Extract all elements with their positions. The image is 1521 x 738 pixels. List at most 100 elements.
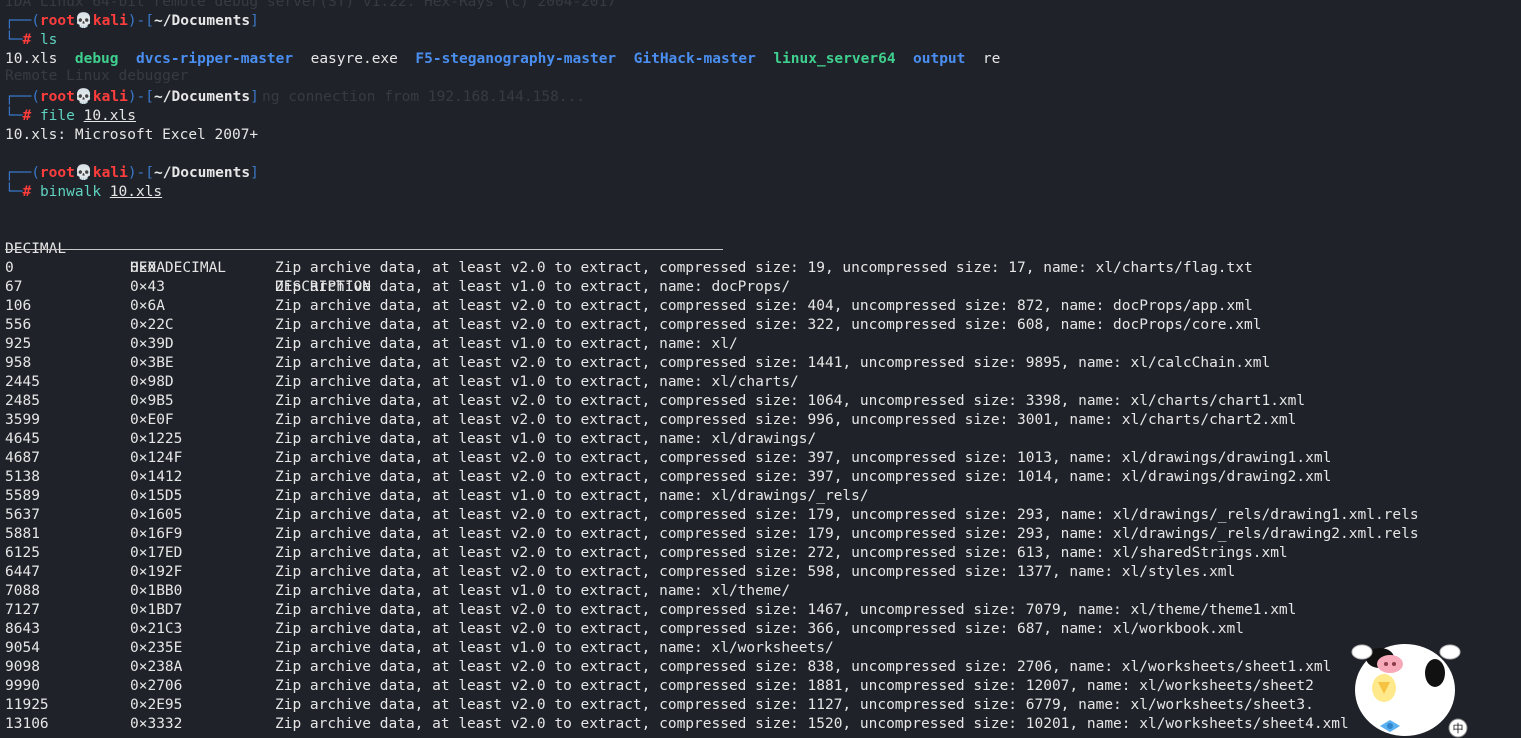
cell-hexadecimal: 0×238A <box>130 659 183 675</box>
cell-decimal: 4687 <box>5 450 40 466</box>
command-line[interactable]: └─# ls <box>5 31 57 50</box>
cell-description: Zip archive data, at least v2.0 to extra… <box>275 317 1262 333</box>
cell-decimal: 556 <box>5 317 32 333</box>
cell-hexadecimal: 0×3BE <box>130 355 174 371</box>
ls-entry: GitHack-master <box>633 51 756 67</box>
prompt-line: ┌──(root💀kali)-[~/Documents] <box>5 89 259 105</box>
cell-decimal: 6447 <box>5 564 40 580</box>
cell-description: Zip archive data, at least v2.0 to extra… <box>275 412 1297 428</box>
cell-hexadecimal: 0×2706 <box>130 678 183 694</box>
mascot-badge: 中 <box>1453 722 1464 735</box>
cell-description: Zip archive data, at least v1.0 to extra… <box>275 583 791 599</box>
cell-decimal: 7088 <box>5 583 40 599</box>
cell-hexadecimal: 0×43 <box>130 279 165 295</box>
cell-description: Zip archive data, at least v2.0 to extra… <box>275 298 1253 314</box>
cell-decimal: 0 <box>5 260 14 276</box>
cell-hexadecimal: 0×9B5 <box>130 393 174 409</box>
cow-mascot-icon: 中 <box>1351 644 1468 738</box>
prompt-user: root <box>39 165 75 181</box>
cell-decimal: 9990 <box>5 678 40 694</box>
cell-description: Zip archive data, at least v2.0 to extra… <box>275 716 1349 732</box>
binwalk-header: DECIMAL HEXADECIMAL DESCRIPTION <box>5 221 371 295</box>
cell-hexadecimal: 0×3332 <box>130 716 183 732</box>
cell-hexadecimal: 0×1BB0 <box>130 583 183 599</box>
skull-icon: 💀 <box>74 165 93 181</box>
cell-description: Zip archive data, at least v1.0 to extra… <box>275 336 738 352</box>
command: file <box>39 108 75 124</box>
prompt-line: ┌──(root💀kali)-[~/Documents] <box>5 13 259 29</box>
command-arg: 10.xls <box>109 184 163 200</box>
prompt-hash: # <box>22 184 32 200</box>
cell-description: Zip archive data, at least v2.0 to extra… <box>275 659 1332 675</box>
background-ghost-text: Remote Linux debugger <box>5 68 189 84</box>
cell-hexadecimal: 0×21C3 <box>130 621 183 637</box>
prompt-line: ┌──(root💀kali)-[~/Documents] <box>5 165 259 181</box>
cell-hexadecimal: 0×22C <box>130 317 174 333</box>
cell-description: Zip archive data, at least v1.0 to extra… <box>275 374 799 390</box>
prompt-hash: # <box>22 108 32 124</box>
prompt-hash: # <box>22 32 32 48</box>
cell-hexadecimal: 0×2E95 <box>130 697 183 713</box>
prompt-host: kali <box>92 165 128 181</box>
cell-hexadecimal: 0×1605 <box>130 507 183 523</box>
cell-hexadecimal: 0×0 <box>130 260 157 276</box>
cell-decimal: 5637 <box>5 507 40 523</box>
cell-hexadecimal: 0×124F <box>130 450 183 466</box>
cell-hexadecimal: 0×1BD7 <box>130 602 183 618</box>
ls-entry: output <box>913 51 966 67</box>
command: binwalk <box>39 184 102 200</box>
cell-description: Zip archive data, at least v2.0 to extra… <box>275 526 1419 542</box>
cell-hexadecimal: 0×E0F <box>130 412 174 428</box>
cell-description: Zip archive data, at least v2.0 to extra… <box>275 564 1236 580</box>
cell-hexadecimal: 0×39D <box>130 336 174 352</box>
command-line[interactable]: └─# file 10.xls <box>5 107 136 126</box>
cell-decimal: 9098 <box>5 659 40 675</box>
command-arg: 10.xls <box>83 108 136 124</box>
cell-hexadecimal: 0×15D5 <box>130 488 183 504</box>
cell-decimal: 7127 <box>5 602 40 618</box>
cell-description: Zip archive data, at least v2.0 to extra… <box>275 678 1314 694</box>
ls-entry: 10.xls <box>5 51 58 67</box>
cell-decimal: 5881 <box>5 526 40 542</box>
cell-hexadecimal: 0×235E <box>130 640 183 656</box>
prompt-host: kali <box>92 13 128 29</box>
cell-description: Zip archive data, at least v2.0 to extra… <box>275 621 1245 637</box>
cell-decimal: 11925 <box>5 697 49 713</box>
command: ls <box>39 32 58 48</box>
prompt-user: root <box>39 89 75 105</box>
cell-hexadecimal: 0×16F9 <box>130 526 183 542</box>
cell-description: Zip archive data, at least v1.0 to extra… <box>275 488 869 504</box>
cell-hexadecimal: 0×1225 <box>130 431 183 447</box>
cell-hexadecimal: 0×1412 <box>130 469 183 485</box>
ls-entry: debug <box>74 51 119 67</box>
prompt-cwd: ~/Documents <box>154 89 251 105</box>
cell-decimal: 925 <box>5 336 32 352</box>
prompt-cwd: ~/Documents <box>154 165 251 181</box>
cell-description: Zip archive data, at least v2.0 to extra… <box>275 260 1253 276</box>
background-ghost-text: ng connection from 192.168.144.158... <box>262 89 586 105</box>
cell-hexadecimal: 0×98D <box>130 374 174 390</box>
background-ghost-text: IDA Linux 64-bit remote debug server(ST)… <box>5 0 617 10</box>
cell-description: Zip archive data, at least v2.0 to extra… <box>275 393 1306 409</box>
ls-entry: dvcs-ripper-master <box>135 51 294 67</box>
cell-description: Zip archive data, at least v1.0 to extra… <box>275 431 817 447</box>
cell-decimal: 4645 <box>5 431 40 447</box>
ls-entry: re <box>982 51 1001 67</box>
command-line[interactable]: └─# binwalk 10.xls <box>5 183 162 202</box>
cell-decimal: 2485 <box>5 393 40 409</box>
header-divider <box>5 249 723 250</box>
cell-decimal: 958 <box>5 355 32 371</box>
cell-decimal: 3599 <box>5 412 40 428</box>
cell-description: Zip archive data, at least v1.0 to extra… <box>275 640 834 656</box>
cell-description: Zip archive data, at least v2.0 to extra… <box>275 355 1271 371</box>
file-output: 10.xls: Microsoft Excel 2007+ <box>5 127 259 143</box>
cell-description: Zip archive data, at least v2.0 to extra… <box>275 450 1332 466</box>
cell-decimal: 2445 <box>5 374 40 390</box>
prompt-user: root <box>39 13 75 29</box>
cell-decimal: 13106 <box>5 716 49 732</box>
cell-description: Zip archive data, at least v2.0 to extra… <box>275 602 1297 618</box>
ls-output: 10.xls debug dvcs-ripper-master easyre.e… <box>5 50 1000 69</box>
skull-icon: 💀 <box>74 13 93 29</box>
cell-decimal: 5138 <box>5 469 40 485</box>
prompt-cwd: ~/Documents <box>154 13 251 29</box>
